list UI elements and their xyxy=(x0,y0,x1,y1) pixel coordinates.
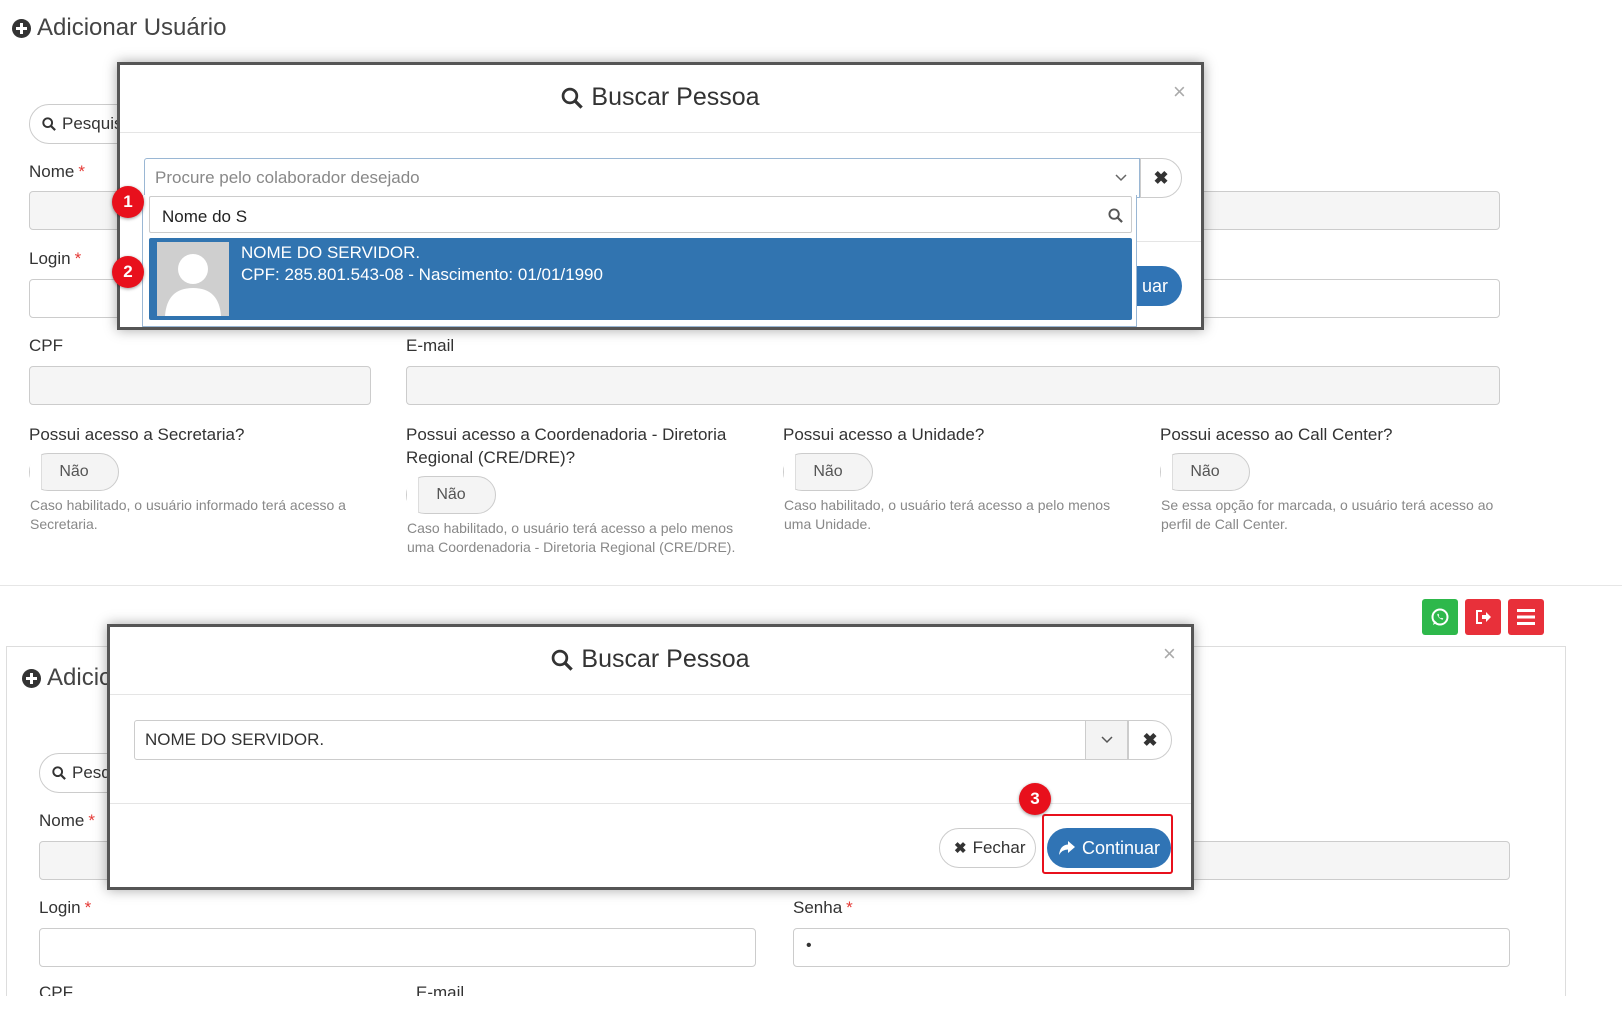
fechar-button[interactable]: ✖ Fechar xyxy=(939,828,1036,868)
logout-icon xyxy=(1476,610,1491,624)
chevron-down-icon xyxy=(1115,174,1127,182)
close-icon: ✖ xyxy=(954,840,967,857)
bottom-panel-divider xyxy=(0,585,1622,586)
dropdown-search-input[interactable]: Nome do S xyxy=(149,196,1132,233)
access-secretaria-help: Caso habilitado, o usuário informado ter… xyxy=(30,497,346,532)
senha-label-bottom: Senha * xyxy=(793,898,853,917)
access-secretaria-toggle[interactable]: Não xyxy=(29,453,119,491)
continuar-highlight-box xyxy=(1042,814,1173,874)
step-marker-1: 1 xyxy=(112,186,144,218)
search-icon xyxy=(562,87,584,109)
menu-button[interactable] xyxy=(1508,599,1544,635)
result-details: CPF: 285.801.543-08 - Nascimento: 01/01/… xyxy=(241,265,603,284)
buscar-pessoa-modal-bottom: Buscar Pessoa × NOME DO SERVIDOR. ✖ ✖ Fe… xyxy=(107,624,1194,890)
access-cre-toggle[interactable]: Não xyxy=(406,476,496,514)
whatsapp-button[interactable] xyxy=(1422,599,1458,635)
email-label: E-mail xyxy=(406,336,455,355)
cpf-label-bottom: CPF xyxy=(39,985,73,996)
colaborador-select-bottom[interactable]: NOME DO SERVIDOR. xyxy=(134,720,1086,760)
access-cre-question: Possui acesso a Coordenadoria - Diretori… xyxy=(406,425,727,467)
login-label: Login * xyxy=(29,249,82,268)
whatsapp-icon xyxy=(1431,608,1449,626)
access-callcenter-toggle[interactable]: Não xyxy=(1160,453,1250,491)
modal-title-bottom: Buscar Pessoa xyxy=(110,645,1191,674)
search-icon xyxy=(552,649,574,671)
colaborador-select[interactable]: Procure pelo colaborador desejado xyxy=(144,158,1140,198)
nome-field-right[interactable] xyxy=(1190,191,1500,230)
select-chevron[interactable] xyxy=(1086,720,1128,760)
search-icon xyxy=(1108,208,1123,223)
search-icon xyxy=(42,117,56,131)
modal-title: Buscar Pessoa xyxy=(120,83,1201,112)
senha-field-bottom[interactable]: • xyxy=(793,928,1510,967)
access-unidade-question: Possui acesso a Unidade? xyxy=(783,425,985,444)
plus-circle-icon xyxy=(12,18,31,38)
access-cre-help: Caso habilitado, o usuário terá acesso a… xyxy=(407,520,736,555)
cpf-label: CPF xyxy=(29,336,63,355)
page-title: Adicionar Usuário xyxy=(12,14,226,42)
access-callcenter-question: Possui acesso ao Call Center? xyxy=(1160,425,1393,444)
nome-label: Nome * xyxy=(29,162,85,181)
result-name: NOME DO SERVIDOR. xyxy=(241,243,421,262)
login-field[interactable] xyxy=(29,279,129,318)
nome-label-bottom: Nome * xyxy=(39,811,95,830)
chevron-down-icon xyxy=(1100,736,1113,744)
access-unidade-toggle[interactable]: Não xyxy=(783,453,873,491)
plus-circle-icon xyxy=(22,668,41,688)
access-secretaria-question: Possui acesso a Secretaria? xyxy=(29,425,245,444)
email-field[interactable] xyxy=(406,366,1500,405)
cpf-field[interactable] xyxy=(29,366,371,405)
step-marker-2: 2 xyxy=(112,256,144,288)
login-field-bottom[interactable] xyxy=(39,928,756,967)
search-icon xyxy=(52,766,66,780)
logout-button[interactable] xyxy=(1465,599,1501,635)
clear-button-bottom[interactable]: ✖ xyxy=(1128,720,1172,760)
access-unidade-help: Caso habilitado, o usuário terá acesso a… xyxy=(784,497,1111,532)
close-icon[interactable]: × xyxy=(1163,641,1176,667)
dropdown-result-item[interactable]: NOME DO SERVIDOR. CPF: 285.801.543-08 - … xyxy=(149,238,1132,320)
avatar xyxy=(157,242,229,316)
menu-icon xyxy=(1517,609,1535,625)
access-callcenter-help: Se essa opção for marcada, o usuário ter… xyxy=(1161,497,1494,532)
step-marker-3: 3 xyxy=(1019,783,1051,815)
clear-button[interactable]: ✖ xyxy=(1140,158,1182,198)
page-title-bottom: Adicio xyxy=(22,664,112,692)
email-label-bottom: E-mail xyxy=(416,985,465,996)
nome-field-right-bottom[interactable] xyxy=(1180,841,1510,880)
login-label-bottom: Login * xyxy=(39,898,92,917)
close-icon[interactable]: × xyxy=(1173,79,1186,105)
select-dropdown: Nome do S NOME DO SERVIDOR. CPF: 285.801… xyxy=(142,195,1137,327)
senha-field[interactable] xyxy=(1190,279,1500,318)
